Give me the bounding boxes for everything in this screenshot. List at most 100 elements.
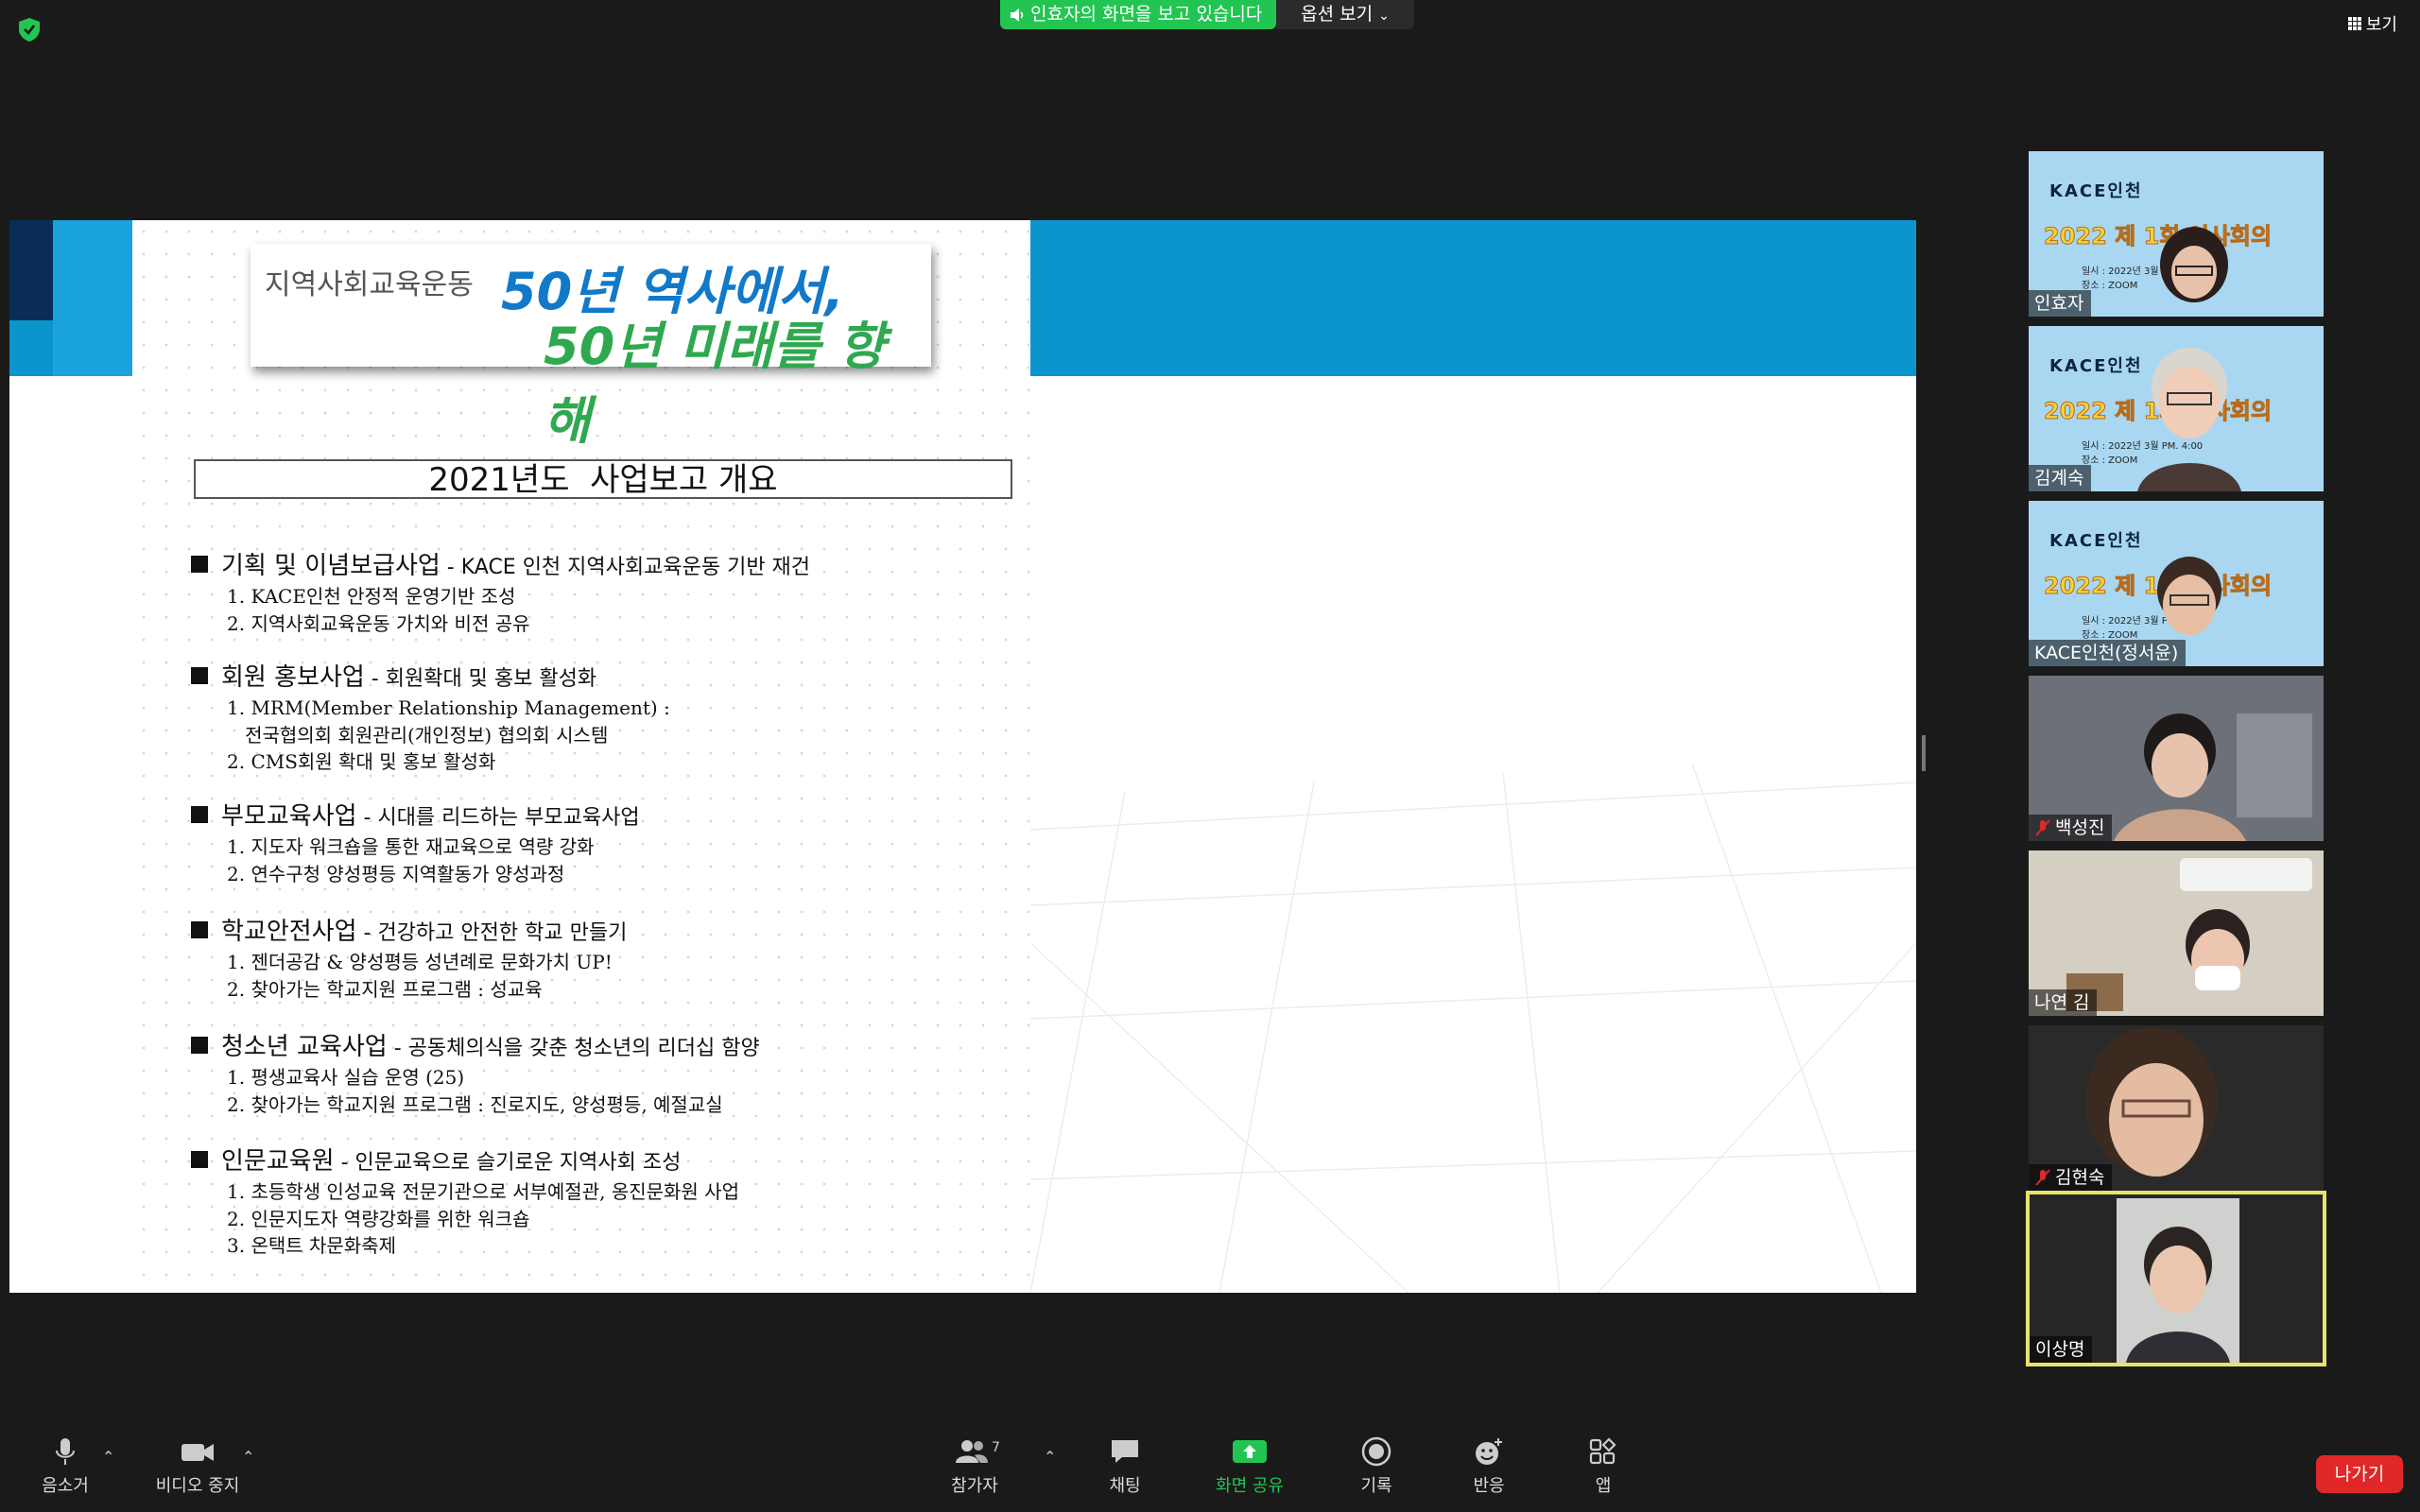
share-screen-icon <box>1233 1440 1267 1463</box>
screen-share-banner: 인효자의 화면을 보고 있습니다 <box>1000 0 1276 29</box>
apps-button[interactable]: 앱 <box>1551 1436 1655 1497</box>
participant-name: 인효자 <box>2034 293 2084 314</box>
section-title: 회원 홍보사업 <box>221 663 365 692</box>
view-options-label: 옵션 보기 <box>1301 4 1374 25</box>
video-label: 비디오 중지 <box>155 1476 240 1496</box>
section-item: 1. KACE인천 안정적 운영기반 조성 <box>227 585 516 608</box>
kace-bg-title: KACE인천 <box>2049 181 2143 201</box>
panel-resize-handle[interactable] <box>1922 735 1926 771</box>
leave-meeting-button[interactable]: 나가기 <box>2316 1455 2403 1493</box>
participants-icon: 7 <box>956 1440 1000 1463</box>
participant-tile[interactable]: 나연 김 <box>2029 850 2324 1016</box>
participant-name-tag: 이상명 <box>2030 1336 2093 1363</box>
record-label: 기록 <box>1360 1476 1392 1496</box>
video-options-caret[interactable]: ⌃ <box>242 1448 254 1466</box>
stop-video-button[interactable]: 비디오 중지 <box>146 1436 250 1497</box>
mute-button[interactable]: 음소거 <box>13 1436 117 1497</box>
section-item: 1. 초등학생 인성교육 전문기관으로 서부예절관, 옹진문화원 사업 <box>227 1180 739 1203</box>
participant-tile[interactable]: KACE인천 2022 제 1회 이사회의 일시 : 2022년 3월 PM. … <box>2029 501 2324 666</box>
share-label: 화면 공유 <box>1216 1476 1284 1496</box>
participants-options-caret[interactable]: ⌃ <box>1044 1448 1056 1466</box>
section-title: 부모교육사업 <box>221 802 357 831</box>
section-item: 2. CMS회원 확대 및 홍보 활성화 <box>227 750 496 773</box>
speaker-icon <box>1011 8 1024 22</box>
chevron-down-icon: ⌄ <box>1378 9 1390 24</box>
apps-icon <box>1589 1437 1616 1465</box>
square-bullet-icon <box>191 556 208 573</box>
title-card-small: 지역사회교육운동 <box>265 268 474 301</box>
participant-tile[interactable]: 백성진 <box>2029 676 2324 841</box>
participant-tile[interactable]: 김현숙 <box>2029 1025 2324 1191</box>
participant-name: 김계숙 <box>2034 468 2084 489</box>
section-item: 2. 찾아가는 학교지원 프로그램 : 성교육 <box>227 977 543 1001</box>
section-title: 학교안전사업 <box>221 918 357 946</box>
participant-tile[interactable]: KACE인천 2022 제 1회 이사회의 일시 : 2022년 3월 PM. … <box>2029 326 2324 491</box>
slide-heading: 2021년도 사업보고 개요 <box>194 459 1012 499</box>
share-banner-text: 인효자의 화면을 보고 있습니다 <box>1030 4 1263 25</box>
participant-name: KACE인천(정서윤) <box>2034 643 2179 663</box>
record-button[interactable]: 기록 <box>1324 1436 1428 1497</box>
participant-video <box>2137 348 2241 491</box>
square-bullet-icon <box>191 806 208 823</box>
section-school-safety: 학교안전사업 - 건강하고 안전한 학교 만들기 1. 젠더공감 & 양성평등 … <box>189 917 1040 1003</box>
participant-name: 이상명 <box>2035 1339 2085 1360</box>
section-youth-education: 청소년 교육사업 - 공동체의식을 갖춘 청소년의 리더십 함양 1. 평생교육… <box>189 1032 1040 1118</box>
participants-button[interactable]: 7 참가자 <box>923 1436 1027 1497</box>
shared-screen-slide: 지역사회교육운동 50년 역사에서, 50년 미래를 향해 2021년도 사업보… <box>9 220 1916 1293</box>
reactions-button[interactable]: 반응 <box>1437 1436 1541 1497</box>
microphone-icon <box>56 1438 75 1465</box>
square-bullet-icon <box>191 1037 208 1054</box>
section-planning: 기획 및 이념보급사업 - KACE 인천 지역사회교육운동 기반 재건 1. … <box>189 551 1040 637</box>
section-subtitle: - 회원확대 및 홍보 활성화 <box>364 667 597 691</box>
section-parent-education: 부모교육사업 - 시대를 리드하는 부모교육사업 1. 지도자 워크숍을 통한 … <box>189 801 1040 887</box>
reactions-label: 반응 <box>1473 1476 1505 1496</box>
chat-bubble-icon <box>1112 1440 1138 1463</box>
view-options-button[interactable]: 옵션 보기 ⌄ <box>1276 0 1414 29</box>
chat-button[interactable]: 채팅 <box>1073 1436 1177 1497</box>
view-button[interactable]: 보기 <box>2347 11 2397 36</box>
perspective-floor-grid <box>1030 763 1916 1293</box>
square-bullet-icon <box>191 667 208 684</box>
section-title: 기획 및 이념보급사업 <box>221 552 441 580</box>
square-bullet-icon <box>191 921 208 938</box>
section-item: 2. 연수구청 양성평등 지역활동가 양성과정 <box>227 862 565 885</box>
section-title: 인문교육원 <box>221 1147 335 1176</box>
mute-label: 음소거 <box>42 1476 89 1496</box>
section-item: 2. 지역사회교육운동 가치와 비전 공유 <box>227 611 530 635</box>
section-title: 청소년 교육사업 <box>221 1033 388 1061</box>
share-screen-button[interactable]: 화면 공유 <box>1198 1436 1302 1497</box>
participants-label: 참가자 <box>951 1476 998 1496</box>
section-item: 2. 인문지도자 역량강화를 위한 워크숍 <box>227 1207 530 1230</box>
participant-tile-active-speaker[interactable]: 이상명 <box>2026 1191 2326 1366</box>
video-camera-icon <box>182 1444 214 1461</box>
participant-video <box>2117 1198 2239 1363</box>
record-icon <box>1361 1436 1392 1467</box>
title-card-line2: 50년 미래를 향해 <box>544 317 886 451</box>
section-item: 2. 찾아가는 학교지원 프로그램 : 진로지도, 양성평등, 예절교실 <box>227 1092 723 1116</box>
section-item: 전국협의회 회원관리(개인정보) 협의회 시스템 <box>227 723 609 747</box>
section-item: 3. 온택트 차문화축제 <box>227 1234 396 1257</box>
mic-muted-icon <box>2035 819 2050 836</box>
section-subtitle: - 공동체의식을 갖춘 청소년의 리더십 함양 <box>387 1037 760 1060</box>
mic-muted-icon <box>2035 1169 2050 1186</box>
section-membership: 회원 홍보사업 - 회원확대 및 홍보 활성화 1. MRM(Member Re… <box>189 662 1040 776</box>
section-subtitle: - KACE 인천 지역사회교육운동 기반 재건 <box>440 556 811 579</box>
participant-name-tag: KACE인천(정서윤) <box>2029 640 2187 666</box>
slide-title-card: 지역사회교육운동 50년 역사에서, 50년 미래를 향해 <box>251 244 931 451</box>
apps-label: 앱 <box>1595 1476 1612 1496</box>
participant-name: 나연 김 <box>2034 992 2090 1013</box>
square-bullet-icon <box>191 1151 208 1168</box>
kace-bg-title: KACE인천 <box>2049 531 2143 551</box>
mute-options-caret[interactable]: ⌃ <box>102 1448 114 1466</box>
section-subtitle: - 건강하고 안전한 학교 만들기 <box>356 921 628 945</box>
section-subtitle: - 시대를 리드하는 부모교육사업 <box>356 806 640 830</box>
participant-name-tag: 인효자 <box>2029 290 2092 317</box>
participant-name: 백성진 <box>2055 817 2105 838</box>
security-shield-icon[interactable] <box>15 15 43 43</box>
slide-blue-banner <box>1030 220 1916 376</box>
participant-tile[interactable]: KACE인천 2022 제 1회 이사회의 일시 : 2022년 3월 PM. … <box>2029 151 2324 317</box>
participant-name-tag: 김현숙 <box>2029 1164 2113 1191</box>
participant-video <box>2160 227 2228 302</box>
chat-label: 채팅 <box>1109 1476 1141 1496</box>
slide-navy-block <box>9 220 53 320</box>
